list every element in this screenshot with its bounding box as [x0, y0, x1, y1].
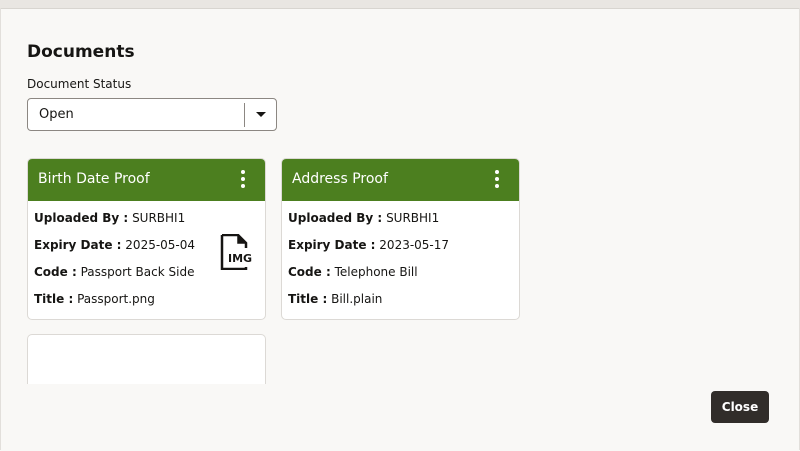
more-options-icon[interactable] — [495, 170, 499, 190]
card-header: Address Proof — [282, 159, 519, 201]
document-card-address-proof[interactable]: Address Proof Uploaded By : SURBHI1 Expi… — [281, 158, 520, 320]
uploaded-by-value: SURBHI1 — [132, 211, 186, 225]
title-row: Title : Passport.png — [34, 292, 155, 306]
dialog-title: Documents — [27, 42, 135, 62]
code-key: Code : — [34, 265, 77, 279]
document-card-empty[interactable] — [27, 334, 266, 384]
document-status-value: Open — [39, 107, 74, 122]
code-value: Telephone Bill — [334, 265, 418, 279]
expiry-date-key: Expiry Date : — [34, 238, 122, 252]
title-row: Title : Bill.plain — [288, 292, 382, 306]
card-title: Address Proof — [292, 171, 388, 187]
more-options-icon[interactable] — [241, 170, 245, 190]
title-key: Title : — [288, 292, 328, 306]
document-card-birth-date-proof[interactable]: Birth Date Proof Uploaded By : SURBHI1 E… — [27, 158, 266, 320]
card-header: Birth Date Proof — [28, 159, 265, 201]
title-value: Passport.png — [77, 292, 155, 306]
code-key: Code : — [288, 265, 331, 279]
card-title: Birth Date Proof — [38, 171, 150, 187]
chevron-down-icon[interactable] — [256, 112, 266, 117]
select-divider — [244, 103, 245, 127]
code-row: Code : Passport Back Side — [34, 265, 194, 279]
code-value: Passport Back Side — [80, 265, 195, 279]
uploaded-by-value: SURBHI1 — [386, 211, 440, 225]
expiry-date-value: 2025-05-04 — [125, 238, 196, 252]
uploaded-by-key: Uploaded By : — [288, 211, 383, 225]
code-row: Code : Telephone Bill — [288, 265, 418, 279]
document-status-select[interactable]: Open — [27, 98, 277, 131]
img-icon-text: IMG — [228, 252, 252, 265]
expiry-date-key: Expiry Date : — [288, 238, 376, 252]
uploaded-by-row: Uploaded By : SURBHI1 — [34, 211, 185, 225]
title-value: Bill.plain — [331, 292, 383, 306]
document-status-label: Document Status — [27, 77, 132, 91]
uploaded-by-row: Uploaded By : SURBHI1 — [288, 211, 439, 225]
expiry-date-row: Expiry Date : 2025-05-04 — [34, 238, 195, 252]
close-button[interactable]: Close — [711, 391, 769, 423]
img-file-icon[interactable]: IMG — [219, 234, 253, 270]
uploaded-by-key: Uploaded By : — [34, 211, 129, 225]
expiry-date-row: Expiry Date : 2023-05-17 — [288, 238, 449, 252]
expiry-date-value: 2023-05-17 — [379, 238, 450, 252]
title-key: Title : — [34, 292, 74, 306]
